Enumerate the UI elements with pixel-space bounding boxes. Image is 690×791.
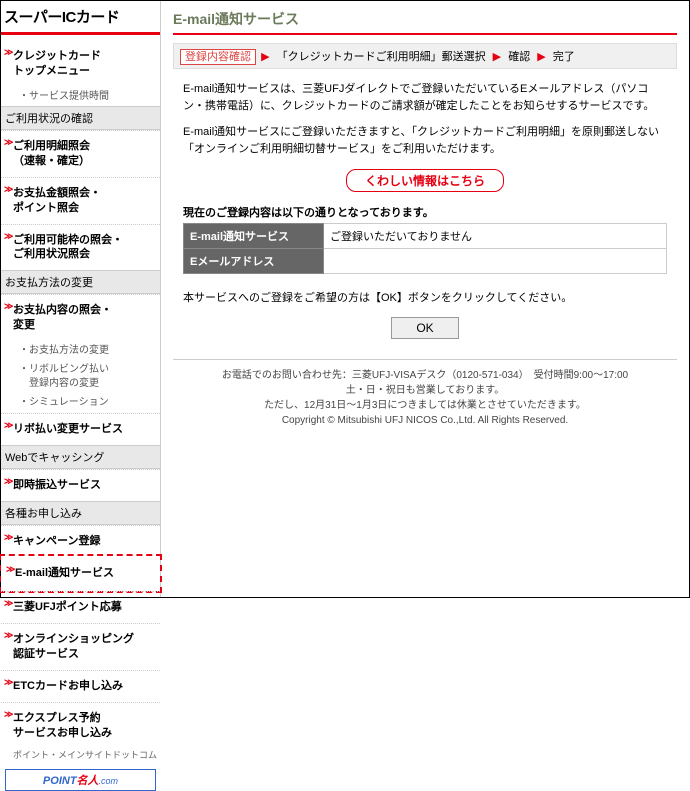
arrow-icon: ≫ <box>4 708 13 720</box>
main-content: E-mail通知サービス 登録内容確認 ▶ 「クレジットカードご利用明細」郵送選… <box>161 1 689 597</box>
table-row: E-mail通知サービス ご登録いただいておりません <box>184 224 667 249</box>
app-frame: スーパーICカード ≫クレジットカードトップメニュー・サービス提供時間ご利用状況… <box>0 0 690 598</box>
footer-line: お電話でのお問い合わせ先：三菱UFJ-VISAデスク（0120-571-034）… <box>173 368 677 383</box>
sidebar-item[interactable]: ≫即時振込サービス <box>1 469 160 501</box>
accent-bar <box>1 32 160 35</box>
sidebar-section-heading: ご利用状況の確認 <box>1 106 160 130</box>
sidebar-item-label: オンラインショッピング認証サービス <box>13 633 134 660</box>
arrow-icon: ≫ <box>4 676 13 688</box>
sidebar: スーパーICカード ≫クレジットカードトップメニュー・サービス提供時間ご利用状況… <box>1 1 161 597</box>
sidebar-subitem[interactable]: ・リボルビング払い 登録内容の変更 <box>1 360 160 393</box>
footer-line: 土・日・祝日も営業しております。 <box>173 383 677 398</box>
breadcrumb-step: 「クレジットカードご利用明細」郵送選択 <box>275 51 488 63</box>
footer-line: Copyright © Mitsubishi UFJ NICOS Co.,Ltd… <box>173 413 677 428</box>
breadcrumb-step: 完了 <box>551 51 577 63</box>
highlighted-nav-item: ≫E-mail通知サービス <box>0 554 162 593</box>
sidebar-title: スーパーICカード <box>1 1 160 30</box>
sidebar-item[interactable]: ≫お支払内容の照会・変更 <box>1 294 160 341</box>
sidebar-item[interactable]: ≫三菱UFJポイント応募 <box>1 591 160 623</box>
table-header: Eメールアドレス <box>184 249 324 274</box>
arrow-icon: ≫ <box>4 183 13 195</box>
sidebar-item-label: キャンペーン登録 <box>13 535 100 547</box>
sidebar-item-label: 即時振込サービス <box>13 479 101 491</box>
ok-button[interactable]: OK <box>391 317 458 339</box>
arrow-icon: ≫ <box>4 475 13 487</box>
breadcrumb: 登録内容確認 ▶ 「クレジットカードご利用明細」郵送選択 ▶ 確認 ▶ 完了 <box>173 43 677 69</box>
point-banner[interactable]: POINT名人.com <box>5 769 156 791</box>
sidebar-item[interactable]: ≫エクスプレス予約サービスお申し込み <box>1 702 160 749</box>
sidebar-item-label: お支払内容の照会・変更 <box>13 304 112 331</box>
arrow-icon: ≫ <box>4 136 13 148</box>
table-row: Eメールアドレス <box>184 249 667 274</box>
arrow-icon: ≫ <box>6 563 15 575</box>
table-caption: 現在のご登録内容は以下の通りとなっております。 <box>173 204 677 223</box>
sidebar-item-label: ご利用明細照会（速報・確定） <box>13 140 90 167</box>
sidebar-item[interactable]: ≫お支払金額照会・ポイント照会 <box>1 177 160 224</box>
banner-caption: ポイント・メインサイトドットコム <box>1 748 160 761</box>
sidebar-subitem[interactable]: ・お支払方法の変更 <box>1 341 160 361</box>
arrow-icon: ≫ <box>4 597 13 609</box>
table-cell <box>324 249 667 274</box>
table-header: E-mail通知サービス <box>184 224 324 249</box>
sidebar-subitem[interactable]: ・サービス提供時間 <box>1 87 160 107</box>
sidebar-item-label: クレジットカードトップメニュー <box>13 50 101 77</box>
title-underline <box>173 33 677 35</box>
breadcrumb-sep: ▶ <box>259 51 271 63</box>
breadcrumb-sep: ▶ <box>491 51 503 63</box>
page-title: E-mail通知サービス <box>173 9 677 29</box>
sidebar-section-heading: 各種お申し込み <box>1 501 160 525</box>
sidebar-item-label: 三菱UFJポイント応募 <box>13 601 122 613</box>
sidebar-item-label: E-mail通知サービス <box>15 567 114 579</box>
sidebar-subitem[interactable]: ・シミュレーション <box>1 393 160 413</box>
sidebar-item-label: ご利用可能枠の照会・ご利用状況照会 <box>13 234 123 261</box>
sidebar-section-heading: Webでキャッシング <box>1 445 160 469</box>
arrow-icon: ≫ <box>4 629 13 641</box>
arrow-icon: ≫ <box>4 230 13 242</box>
intro-paragraph-1: E-mail通知サービスは、三菱UFJダイレクトでご登録いただいているEメールア… <box>173 81 677 114</box>
sidebar-item[interactable]: ≫キャンペーン登録 <box>1 525 160 557</box>
breadcrumb-step: 確認 <box>506 51 532 63</box>
arrow-icon: ≫ <box>4 419 13 431</box>
sidebar-item[interactable]: ≫オンラインショッピング認証サービス <box>1 623 160 670</box>
registration-table: E-mail通知サービス ご登録いただいておりません Eメールアドレス <box>183 223 667 274</box>
arrow-icon: ≫ <box>4 531 13 543</box>
footer: お電話でのお問い合わせ先：三菱UFJ-VISAデスク（0120-571-034）… <box>173 359 677 428</box>
breadcrumb-current: 登録内容確認 <box>180 49 256 65</box>
sidebar-item-label: ETCカードお申し込み <box>13 680 123 692</box>
footer-line: ただし、12月31日～1月3日につきましては休業とさせていただきます。 <box>173 398 677 413</box>
table-cell: ご登録いただいておりません <box>324 224 667 249</box>
sidebar-item-label: リボ払い変更サービス <box>13 423 123 435</box>
detail-info-link[interactable]: くわしい情報はこちら <box>346 169 504 192</box>
arrow-icon: ≫ <box>4 46 13 58</box>
arrow-icon: ≫ <box>4 300 13 312</box>
instruction-paragraph: 本サービスへのご登録をご希望の方は【OK】ボタンをクリックしてください。 <box>173 290 677 307</box>
breadcrumb-sep: ▶ <box>535 51 547 63</box>
sidebar-item[interactable]: ≫ご利用明細照会（速報・確定） <box>1 130 160 177</box>
intro-paragraph-2: E-mail通知サービスにご登録いただきますと、「クレジットカードご利用明細」を… <box>173 124 677 157</box>
sidebar-item[interactable]: ≫ご利用可能枠の照会・ご利用状況照会 <box>1 224 160 271</box>
sidebar-item[interactable]: ≫クレジットカードトップメニュー <box>1 41 160 87</box>
sidebar-item[interactable]: ≫E-mail通知サービス <box>3 558 158 589</box>
sidebar-item[interactable]: ≫リボ払い変更サービス <box>1 413 160 445</box>
sidebar-section-heading: お支払方法の変更 <box>1 270 160 294</box>
sidebar-item-label: お支払金額照会・ポイント照会 <box>13 187 101 214</box>
sidebar-item[interactable]: ≫ETCカードお申し込み <box>1 670 160 702</box>
sidebar-item-label: エクスプレス予約サービスお申し込み <box>13 712 112 739</box>
